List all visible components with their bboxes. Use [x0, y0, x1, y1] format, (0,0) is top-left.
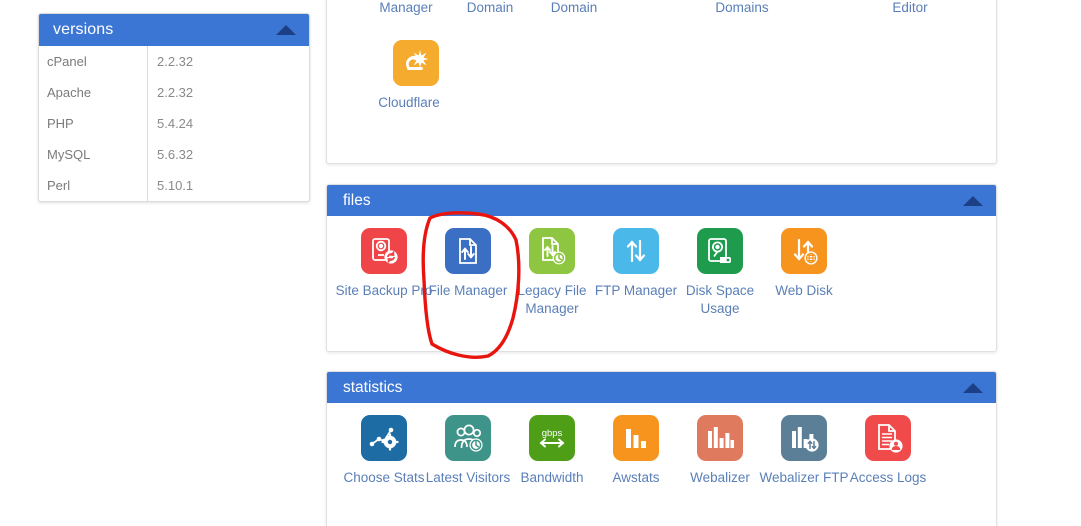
- versions-panel-title: versions: [53, 21, 114, 38]
- files-section: files Site Backup Pro File Manager Legacy …: [326, 184, 997, 352]
- truncated-tile-label: Domain: [550, 0, 598, 15]
- caret-up-icon[interactable]: [963, 382, 983, 393]
- version-value: 2.2.32: [157, 54, 194, 69]
- file-manager-icon: [445, 228, 491, 274]
- ftp-manager-icon: [613, 228, 659, 274]
- versions-table: cPanel 2.2.32 Apache 2.2.32 PHP 5.4.24 MySQL 5.…: [39, 46, 309, 201]
- versions-panel: versions cPanel 2.2.32 Apache 2.2.32 PHP 5.4.…: [38, 13, 310, 202]
- webalizer-ftp-icon: [781, 415, 827, 461]
- versions-row: Perl 5.10.1: [39, 170, 309, 201]
- bandwidth-icon: gbps: [529, 415, 575, 461]
- version-value: 5.10.1: [157, 178, 194, 193]
- choose-stats-icon: [361, 415, 407, 461]
- versions-row: Apache 2.2.32: [39, 77, 309, 108]
- version-name: cPanel: [47, 54, 87, 69]
- version-value: 2.2.32: [157, 85, 194, 100]
- files-tile-grid: Site Backup Pro File Manager Legacy File M…: [327, 216, 996, 351]
- tile-cloudflare[interactable]: Cloudflare: [356, 40, 476, 112]
- tile-label: Cloudflare: [378, 95, 440, 110]
- versions-row: MySQL 5.6.32: [39, 139, 309, 170]
- version-name: Perl: [47, 178, 71, 193]
- statistics-tile-grid: Choose Stats Latest Visitors gbps Bandwidth…: [327, 403, 996, 526]
- tile-access-logs[interactable]: Access Logs: [838, 415, 938, 487]
- site-backup-pro-icon: [361, 228, 407, 274]
- web-disk-icon: [781, 228, 827, 274]
- versions-panel-header[interactable]: versions: [39, 14, 309, 46]
- latest-visitors-icon: [445, 415, 491, 461]
- files-section-header[interactable]: files: [327, 185, 996, 216]
- legacy-file-manager-icon: [529, 228, 575, 274]
- version-name: MySQL: [47, 147, 91, 162]
- awstats-icon: [613, 415, 659, 461]
- tile-label: Access Logs: [849, 470, 927, 485]
- version-value: 5.4.24: [157, 116, 194, 131]
- version-name: PHP: [47, 116, 74, 131]
- access-logs-icon: [865, 415, 911, 461]
- versions-row: cPanel 2.2.32: [39, 46, 309, 77]
- version-value: 5.6.32: [157, 147, 194, 162]
- statistics-section-header[interactable]: statistics: [327, 372, 996, 403]
- domains-section-partial: Manager Domain Domain Domains Editor Cloudfl…: [326, 0, 997, 164]
- caret-up-icon[interactable]: [963, 195, 983, 206]
- files-section-title: files: [343, 191, 371, 209]
- disk-space-usage-icon: [697, 228, 743, 274]
- tile-label: Web Disk: [775, 283, 833, 298]
- version-name: Apache: [47, 85, 92, 100]
- cloudflare-icon: [393, 40, 439, 86]
- truncated-tile-label: Editor: [892, 0, 928, 15]
- truncated-label-row: Manager Domain Domain Domains Editor: [327, 0, 998, 20]
- truncated-tile-label: Domains: [715, 0, 769, 15]
- webalizer-icon: [697, 415, 743, 461]
- svg-text:gbps: gbps: [542, 428, 563, 439]
- statistics-section: statistics Choose Stats Latest Visitors gb…: [326, 371, 997, 526]
- caret-up-icon[interactable]: [276, 25, 296, 35]
- statistics-section-title: statistics: [343, 378, 403, 396]
- versions-row: PHP 5.4.24: [39, 108, 309, 139]
- cpanel-page: Manager Domain Domain Domains Editor Cloudfl…: [0, 0, 1081, 526]
- tile-web-disk[interactable]: Web Disk: [754, 228, 854, 300]
